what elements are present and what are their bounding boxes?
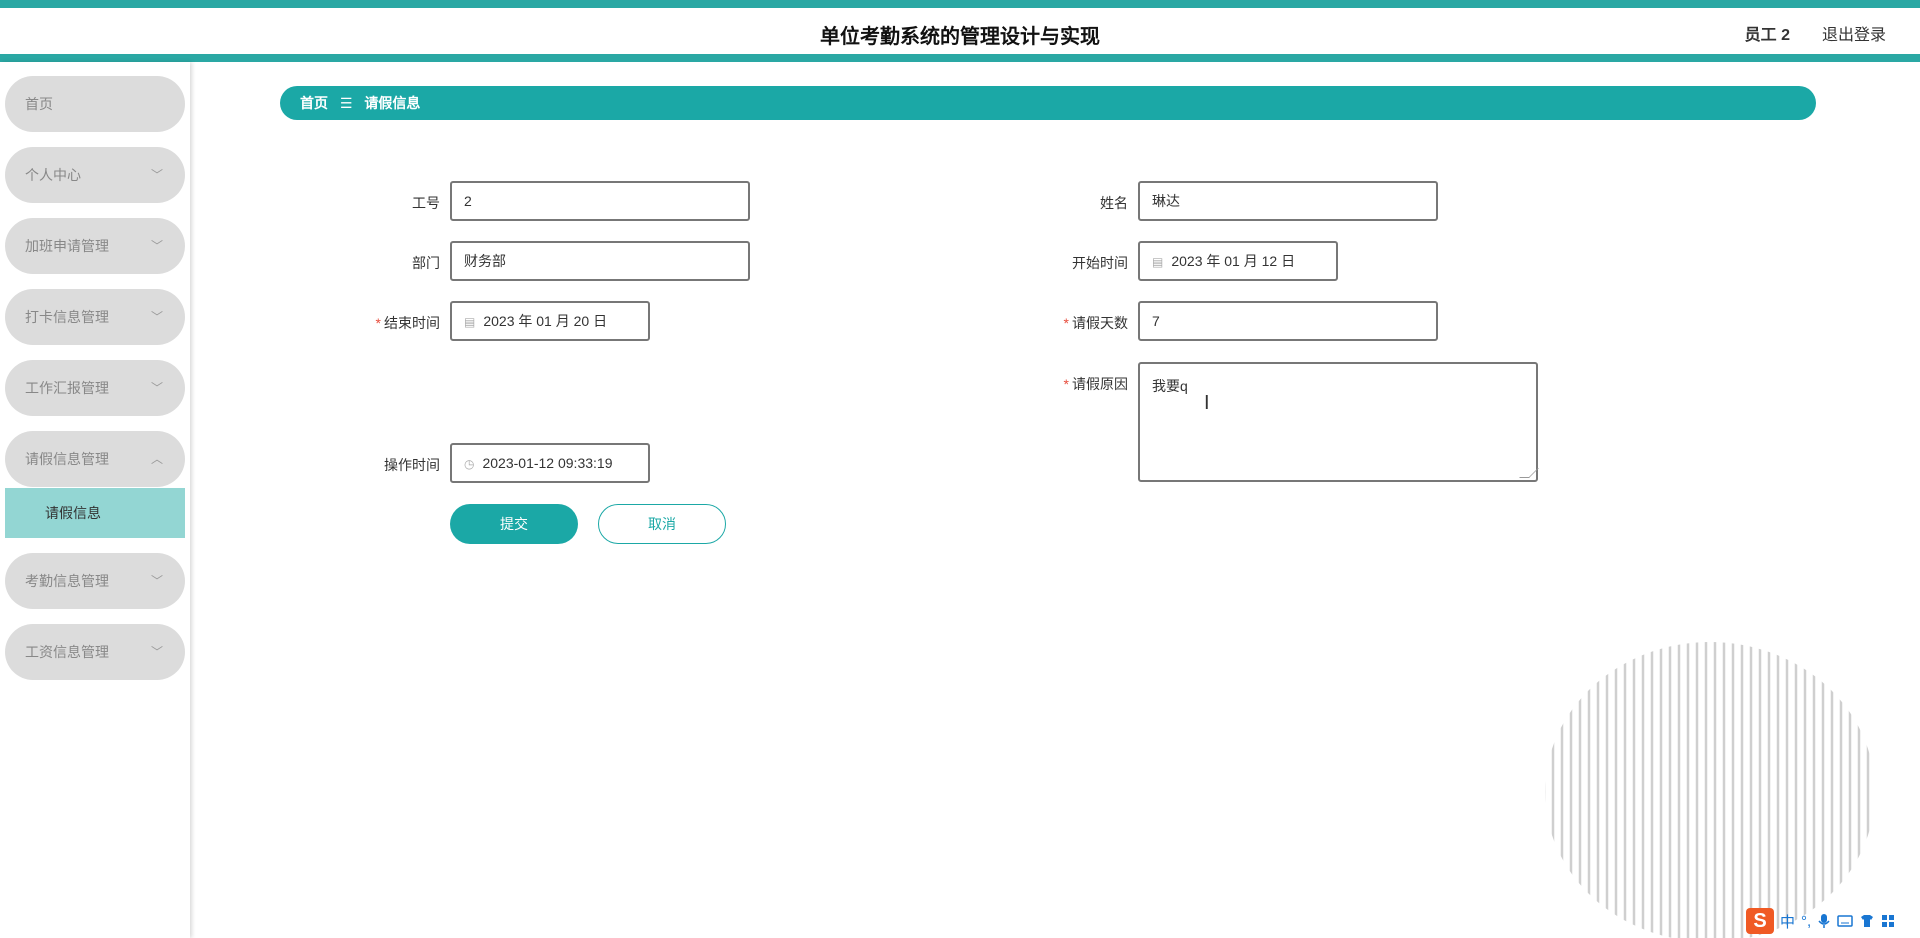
op-time-picker[interactable]: ◷ 2023-01-12 09:33:19: [450, 443, 650, 483]
sidebar-item-attendance[interactable]: 考勤信息管理 ﹀: [5, 553, 185, 609]
app-title: 单位考勤系统的管理设计与实现: [820, 26, 1100, 48]
ime-toolbar: S 中 °,: [1742, 906, 1920, 936]
sidebar-item-home[interactable]: 首页: [5, 76, 185, 132]
breadcrumb: 首页 ☰ 请假信息: [280, 86, 1816, 120]
sidebar-item-label: 考勤信息管理: [25, 573, 109, 589]
calendar-icon: ▤: [464, 315, 476, 329]
current-user[interactable]: 员工 2: [1745, 21, 1790, 45]
required-mark: *: [1063, 315, 1069, 331]
calendar-icon: ▤: [1152, 255, 1164, 269]
name-label: 姓名: [1100, 195, 1128, 211]
sogou-logo-icon[interactable]: S: [1746, 908, 1774, 934]
grid-icon[interactable]: [1881, 914, 1895, 928]
sidebar: 首页 个人中心 ﹀ 加班申请管理 ﹀ 打卡信息管理 ﹀ 工作汇报管理 ﹀ 请假信…: [0, 62, 190, 938]
sidebar-item-label: 请假信息管理: [25, 451, 109, 467]
submit-button[interactable]: 提交: [450, 504, 578, 544]
sidebar-subitem-leave-info[interactable]: 请假信息: [5, 488, 185, 538]
chevron-down-icon: ﹀: [150, 168, 163, 182]
sidebar-item-work-report[interactable]: 工作汇报管理 ﹀: [5, 360, 185, 416]
start-date-picker[interactable]: ▤ 2023 年 01 月 12 日: [1138, 241, 1338, 281]
top-header: 单位考勤系统的管理设计与实现 员工 2 退出登录: [0, 0, 1920, 62]
cancel-button[interactable]: 取消: [598, 504, 726, 544]
sidebar-item-label: 首页: [25, 96, 53, 112]
name-input[interactable]: 琳达: [1138, 181, 1438, 221]
op-time-value: 2023-01-12 09:33:19: [482, 455, 613, 471]
breadcrumb-home[interactable]: 首页: [300, 95, 328, 111]
text-cursor-icon: I: [1204, 392, 1210, 414]
job-no-input[interactable]: 2: [450, 181, 750, 221]
menu-icon: ☰: [339, 95, 353, 111]
chevron-down-icon: ﹀: [150, 645, 163, 659]
sidebar-item-overtime[interactable]: 加班申请管理 ﹀: [5, 218, 185, 274]
sidebar-item-label: 工作汇报管理: [25, 380, 109, 396]
keyboard-icon[interactable]: [1837, 914, 1853, 928]
sidebar-item-label: 个人中心: [25, 167, 81, 183]
end-date-picker[interactable]: ▤ 2023 年 01 月 20 日: [450, 301, 650, 341]
reason-label-text: 请假原因: [1072, 376, 1128, 392]
chevron-down-icon: ﹀: [150, 239, 163, 253]
required-mark: *: [375, 315, 381, 331]
days-input[interactable]: 7: [1138, 301, 1438, 341]
job-no-label: 工号: [412, 195, 440, 211]
sidebar-item-leave[interactable]: 请假信息管理 ︿: [5, 431, 185, 487]
reason-label: * 请假原因: [1008, 374, 1128, 394]
end-date-value: 2023 年 01 月 20 日: [483, 313, 608, 329]
chevron-down-icon: ﹀: [150, 381, 163, 395]
end-time-label-text: 结束时间: [384, 315, 440, 331]
sidebar-item-salary[interactable]: 工资信息管理 ﹀: [5, 624, 185, 680]
sidebar-item-label: 加班申请管理: [25, 238, 109, 254]
breadcrumb-current: 请假信息: [364, 95, 421, 111]
shirt-icon[interactable]: [1859, 914, 1875, 928]
resize-handle[interactable]: [1519, 468, 1539, 478]
decorative-stripes: [1545, 642, 1870, 938]
sidebar-item-clockin[interactable]: 打卡信息管理 ﹀: [5, 289, 185, 345]
days-label-text: 请假天数: [1072, 315, 1128, 331]
logout-link[interactable]: 退出登录: [1822, 21, 1886, 45]
chevron-down-icon: ﹀: [150, 310, 163, 324]
days-label: * 请假天数: [1008, 313, 1128, 333]
required-mark: *: [1063, 376, 1069, 392]
ime-mode[interactable]: 中: [1780, 911, 1795, 932]
clock-icon: ◷: [464, 457, 475, 471]
start-date-value: 2023 年 01 月 12 日: [1171, 253, 1296, 269]
end-time-label: * 结束时间: [320, 313, 440, 333]
reason-value: 我要q: [1152, 378, 1188, 394]
reason-textarea[interactable]: 我要q: [1138, 362, 1539, 482]
stripe-pattern: [1545, 642, 1870, 938]
sidebar-item-label: 工资信息管理: [25, 644, 109, 660]
sidebar-item-label: 打卡信息管理: [25, 309, 109, 325]
op-time-label: 操作时间: [384, 457, 440, 473]
chevron-down-icon: ﹀: [150, 574, 163, 588]
chevron-up-icon: ︿: [150, 452, 163, 466]
dept-label: 部门: [412, 255, 440, 271]
ime-punctuation[interactable]: °,: [1801, 913, 1811, 930]
microphone-icon[interactable]: [1817, 913, 1831, 929]
sidebar-item-personal-center[interactable]: 个人中心 ﹀: [5, 147, 185, 203]
start-time-label: 开始时间: [1072, 255, 1128, 271]
dept-input[interactable]: 财务部: [450, 241, 750, 281]
